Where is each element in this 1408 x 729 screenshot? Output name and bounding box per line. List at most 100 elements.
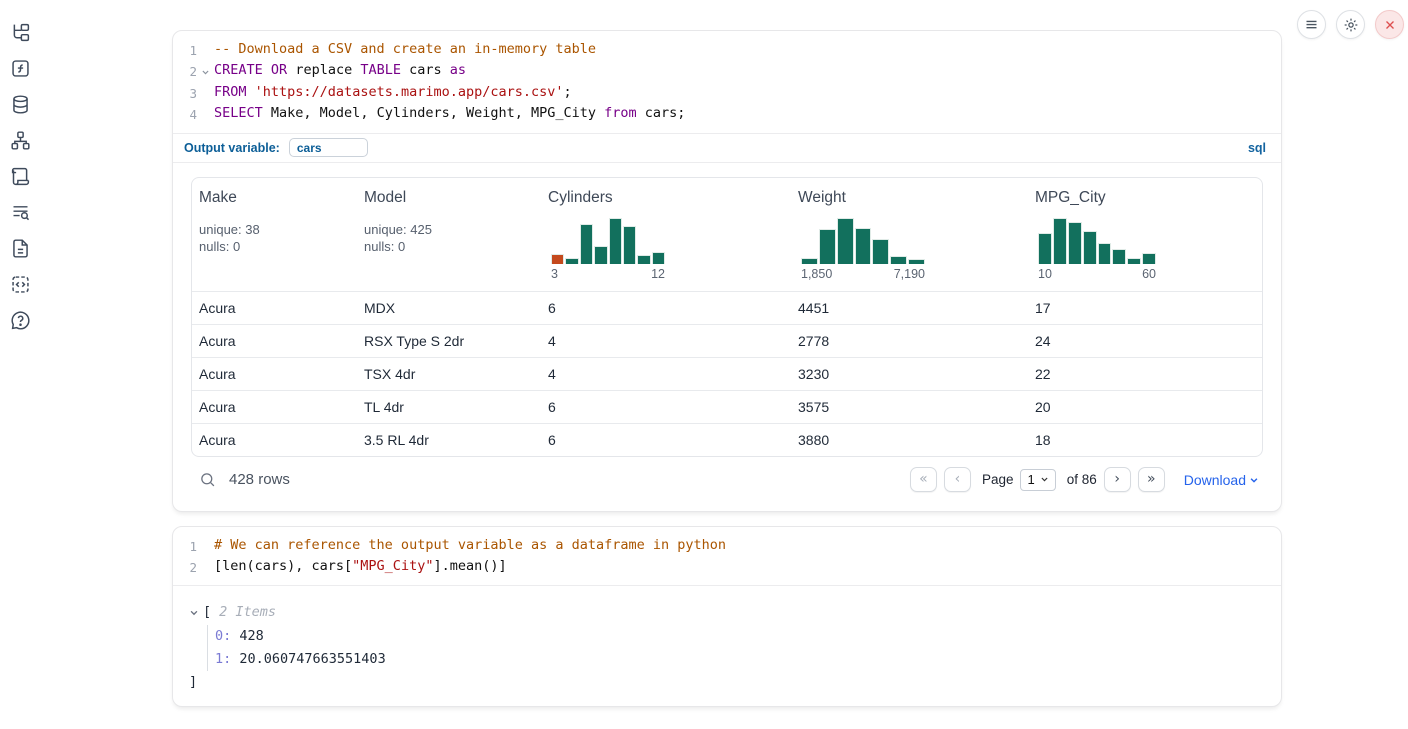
database-icon[interactable] [9,93,31,115]
output-variable-row: Output variable: sql [173,133,1281,162]
histogram-bar [1083,231,1097,264]
sidebar [9,21,31,331]
python-cell-output: [ 2 Items 0: 4281: 20.060747663551403 ] [173,585,1281,706]
gear-icon[interactable] [1336,10,1365,39]
first-page-button[interactable]: « [910,467,937,492]
histogram-bar [1053,218,1067,264]
histogram-bar [908,259,925,264]
code-line: SELECT Make, Model, Cylinders, Weight, M… [214,104,685,125]
table-cell: TL 4dr [357,399,541,415]
table-cell: Acura [192,366,357,382]
page-label: Page [982,472,1014,487]
items-count-label: 2 Items [219,604,276,620]
line-number: 3 [173,83,197,104]
histogram-bar [609,218,622,264]
table-header: Make unique: 38 nulls: 0 Model unique: 4… [192,178,1262,291]
table-cell: 18 [1028,432,1262,448]
log-search-icon[interactable] [9,201,31,223]
histogram-bar [551,254,564,264]
code-line: # We can reference the output variable a… [214,536,726,557]
table-cell: 6 [541,300,791,316]
histogram-bar [637,255,650,264]
histogram-bar [1142,253,1156,264]
python-cell: 1 # We can reference the output variable … [172,526,1282,707]
histogram-bar [855,228,872,264]
menu-icon[interactable] [1297,10,1326,39]
dependency-graph-icon[interactable] [9,129,31,151]
python-code-editor[interactable]: 1 # We can reference the output variable … [173,527,1281,585]
snippets-icon[interactable] [9,273,31,295]
table-cell: 3230 [791,366,1028,382]
page-select[interactable]: 1 [1020,469,1055,491]
table-cell: TSX 4dr [357,366,541,382]
histogram-bar [819,229,836,264]
data-table: Make unique: 38 nulls: 0 Model unique: 4… [191,177,1263,457]
list-entries: 0: 4281: 20.060747663551403 [207,625,1265,671]
notebook: 1-- Download a CSV and create an in-memo… [172,30,1282,707]
next-page-button[interactable]: › [1104,467,1131,492]
table-row: AcuraRSX Type S 2dr4277824 [192,324,1262,357]
histogram-bar [594,246,607,264]
list-item: 1: 20.060747663551403 [215,648,1265,671]
scroll-icon[interactable] [9,165,31,187]
weight-histogram: 1,8507,190 [801,216,1020,281]
table-cell: Acura [192,432,357,448]
table-row: AcuraMDX6445117 [192,291,1262,324]
chevron-down-icon[interactable] [189,606,199,618]
close-icon[interactable] [1375,10,1404,39]
mpg-city-histogram: 1060 [1038,216,1254,281]
histogram-bar [1098,243,1112,264]
table-row: AcuraTL 4dr6357520 [192,390,1262,423]
previous-page-button[interactable]: ‹ [944,467,971,492]
table-cell: Acura [192,399,357,415]
line-number: 1 [173,40,197,61]
table-footer: 428 rows « ‹ Page 1 of 86 › » Download [191,459,1263,501]
sql-cell-output: Make unique: 38 nulls: 0 Model unique: 4… [173,162,1281,511]
table-row: Acura3.5 RL 4dr6388018 [192,423,1262,456]
column-header-mpg-city[interactable]: MPG_City 1060 [1028,178,1262,291]
table-cell: 3880 [791,432,1028,448]
language-badge[interactable]: sql [1248,141,1269,155]
table-cell: Acura [192,333,357,349]
table-cell: 4 [541,366,791,382]
table-cell: 20 [1028,399,1262,415]
document-icon[interactable] [9,237,31,259]
output-variable-label: Output variable: [184,141,280,155]
histogram-bar [872,239,889,264]
table-cell: 24 [1028,333,1262,349]
list-item: 0: 428 [215,625,1265,648]
cylinders-histogram: 312 [551,216,783,281]
output-variable-input[interactable] [289,138,368,157]
column-header-cylinders[interactable]: Cylinders 312 [541,178,791,291]
help-icon[interactable] [9,309,31,331]
table-body: AcuraMDX6445117AcuraRSX Type S 2dr427782… [192,291,1262,456]
table-row: AcuraTSX 4dr4323022 [192,357,1262,390]
code-line: [len(cars), cars["MPG_City"].mean()] [214,557,507,578]
page-total-label: of 86 [1067,472,1097,487]
search-icon[interactable] [195,471,216,488]
sql-code-editor[interactable]: 1-- Download a CSV and create an in-memo… [173,31,1281,133]
line-number: 4 [173,104,197,125]
pagination: « ‹ Page 1 of 86 › » Download [910,467,1259,492]
table-cell: 6 [541,399,791,415]
table-cell: 17 [1028,300,1262,316]
histogram-bar [623,226,636,264]
table-cell: RSX Type S 2dr [357,333,541,349]
column-header-make[interactable]: Make unique: 38 nulls: 0 [192,178,357,291]
fold-toggle-icon[interactable] [197,61,214,84]
function-square-icon[interactable] [9,57,31,79]
download-button[interactable]: Download [1184,472,1259,488]
table-cell: 6 [541,432,791,448]
file-tree-icon[interactable] [9,21,31,43]
table-cell: 22 [1028,366,1262,382]
table-cell: 2778 [791,333,1028,349]
histogram-bar [801,258,818,264]
last-page-button[interactable]: » [1138,467,1165,492]
sql-cell: 1-- Download a CSV and create an in-memo… [172,30,1282,512]
column-header-model[interactable]: Model unique: 425 nulls: 0 [357,178,541,291]
column-header-weight[interactable]: Weight 1,8507,190 [791,178,1028,291]
row-count: 428 rows [229,471,290,488]
histogram-bar [565,258,578,264]
line-number: 1 [173,536,197,557]
notebook-actions [1297,10,1404,39]
